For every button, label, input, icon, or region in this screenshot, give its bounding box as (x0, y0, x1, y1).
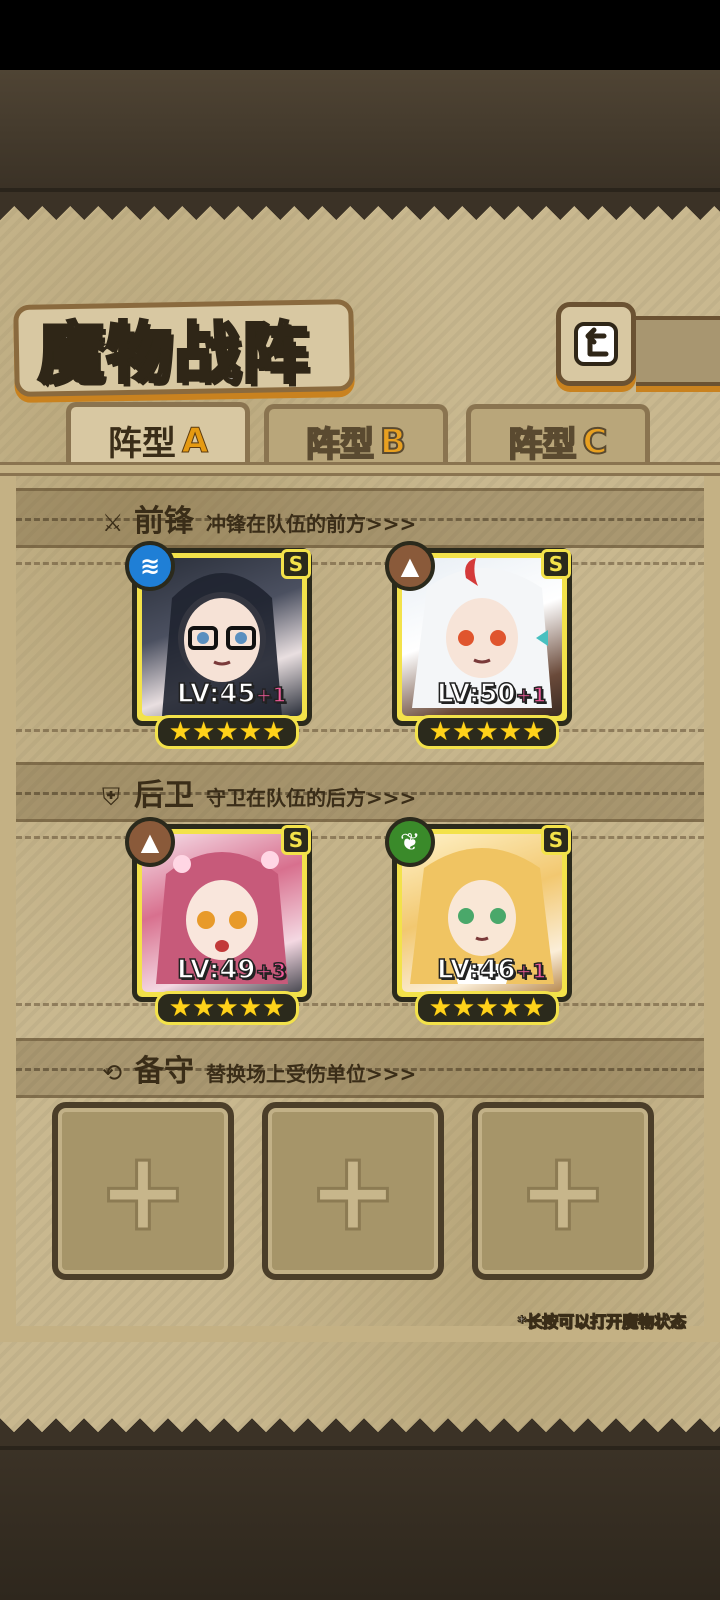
unit-level: LV:49+3 (176, 954, 287, 986)
section-header-reserve: ⟲ 备守 替换场上受伤单位>>> (16, 1038, 704, 1098)
top-dark-band (0, 70, 720, 192)
add-icon: + (305, 1127, 400, 1255)
bottom-dark-band (0, 1446, 720, 1600)
back-button[interactable] (556, 302, 636, 386)
unit-level: LV:50+1 (436, 678, 547, 710)
tab-label: 阵型 (508, 424, 578, 466)
zigzag-edge-bottom (0, 1416, 720, 1446)
leaf-icon: ❦ (385, 817, 435, 867)
front-row-lane (16, 562, 704, 732)
rear-row-lane (16, 836, 704, 1006)
level-bonus: +1 (515, 682, 547, 708)
back-arrow-icon (574, 322, 618, 366)
star-rating: ★★★★★ (155, 991, 299, 1025)
sword-icon: ⚔ (102, 509, 124, 537)
section-description: 冲锋在队伍的前方>>> (206, 512, 417, 536)
unit-card[interactable]: ▲ S LV:50+1 ★★★★★ (385, 541, 572, 749)
reserve-slot[interactable]: + (472, 1102, 654, 1280)
level-bonus: +1 (515, 958, 547, 984)
shield-icon: ⛨ (102, 783, 120, 811)
rank-badge: S (281, 549, 311, 579)
section-description: 替换场上受伤单位>>> (206, 1062, 417, 1086)
rank-badge: S (281, 825, 311, 855)
zigzag-edge-top (0, 192, 720, 222)
earth-icon: ▲ (125, 817, 175, 867)
tab-letter: C (582, 421, 609, 463)
section-description: 守卫在队伍的后方>>> (206, 786, 417, 810)
long-press-hint: *长按可以打开魔物状态 (517, 1312, 686, 1332)
tab-letter: A (181, 420, 209, 461)
add-icon: + (515, 1127, 610, 1255)
level-bonus: +1 (255, 682, 287, 708)
status-bar (0, 0, 720, 70)
section-title: 后卫 (134, 778, 194, 813)
reserve-slot[interactable]: + (52, 1102, 234, 1280)
section-title: 前锋 (134, 504, 194, 539)
earth-icon: ▲ (385, 541, 435, 591)
tab-letter: B (379, 421, 407, 463)
star-rating: ★★★★★ (415, 715, 559, 749)
section-header-front: ⚔ 前锋 冲锋在队伍的前方>>> (16, 488, 704, 548)
level-bonus: +3 (255, 958, 287, 984)
section-header-rear: ⛨ 后卫 守卫在队伍的后方>>> (16, 762, 704, 822)
star-rating: ★★★★★ (155, 715, 299, 749)
rank-badge: S (541, 549, 571, 579)
back-button-rail (636, 316, 720, 386)
unit-card[interactable]: ▲ S LV:49+3 ★★★★★ (125, 817, 312, 1025)
unit-level: LV:46+1 (436, 954, 547, 986)
tab-label: 阵型 (107, 424, 176, 464)
reserve-slot[interactable]: + (262, 1102, 444, 1280)
unit-level: LV:45+1 (176, 678, 287, 710)
page-title: 魔物战阵 (37, 313, 310, 394)
unit-card[interactable]: ≋ S LV:45+1 ★★★★★ (125, 541, 312, 749)
add-icon: + (95, 1127, 190, 1255)
star-rating: ★★★★★ (415, 991, 559, 1025)
unit-card[interactable]: ❦ S LV:46+1 ★★★★★ (385, 817, 572, 1025)
tabs-divider (0, 462, 720, 476)
section-title: 备守 (134, 1054, 194, 1089)
swap-icon: ⟲ (102, 1059, 123, 1087)
water-icon: ≋ (125, 541, 175, 591)
rank-badge: S (541, 825, 571, 855)
tab-label: 阵型 (305, 424, 375, 466)
